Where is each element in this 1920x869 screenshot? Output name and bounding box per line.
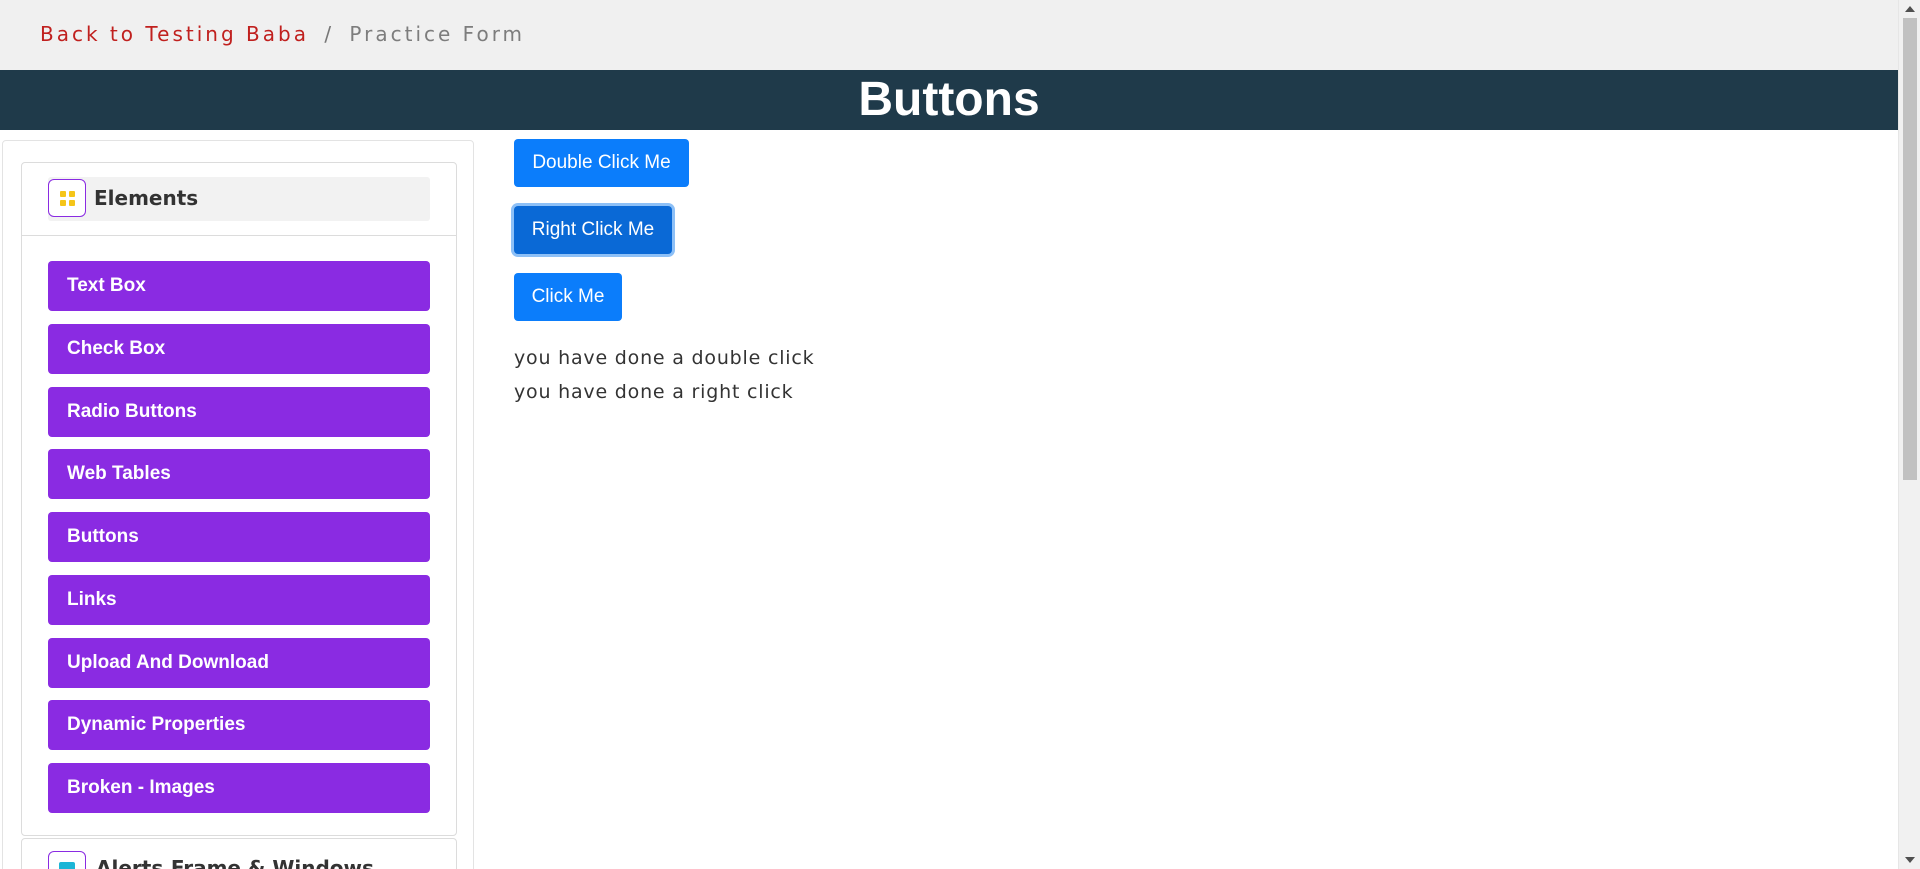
double-click-button[interactable]: Double Click Me xyxy=(514,139,689,187)
page-content: Back to Testing Baba / Practice Form But… xyxy=(0,0,1898,869)
sidebar-item-links[interactable]: Links xyxy=(48,574,430,625)
sidebar-group-alerts[interactable]: Alerts,Frame & Windows xyxy=(21,838,457,869)
scroll-up-arrow-icon[interactable] xyxy=(1905,6,1915,12)
group-header-elements[interactable]: Elements xyxy=(22,163,456,236)
breadcrumb-current: Practice Form xyxy=(349,22,526,46)
sidebar-item-text-box[interactable]: Text Box xyxy=(48,261,430,311)
page-title: Buttons xyxy=(858,73,1040,126)
sidebar: Elements Text Box Check Box Radio Button… xyxy=(2,140,474,869)
sidebar-item-radio-buttons[interactable]: Radio Buttons xyxy=(48,386,430,437)
scroll-down-arrow-icon[interactable] xyxy=(1905,857,1915,863)
click-me-button[interactable]: Click Me xyxy=(514,273,622,321)
sidebar-menu: Text Box Check Box Radio Buttons Web Tab… xyxy=(48,261,430,826)
viewport: Back to Testing Baba / Practice Form But… xyxy=(0,0,1920,869)
sidebar-item-check-box[interactable]: Check Box xyxy=(48,323,430,374)
top-bar: Back to Testing Baba / Practice Form xyxy=(0,0,1898,70)
breadcrumb: Back to Testing Baba / Practice Form xyxy=(40,22,525,46)
back-to-home-link[interactable]: Back to Testing Baba xyxy=(40,22,309,46)
header-band: Buttons xyxy=(0,70,1898,130)
sidebar-item-upload-download[interactable]: Upload And Download xyxy=(48,637,430,688)
breadcrumb-separator: / xyxy=(324,22,335,46)
vertical-scrollbar[interactable] xyxy=(1898,0,1920,869)
right-click-message: you have done a right click xyxy=(514,381,794,403)
sidebar-item-web-tables[interactable]: Web Tables xyxy=(48,449,430,500)
scroll-thumb[interactable] xyxy=(1903,18,1917,480)
group-title-elements: Elements xyxy=(94,186,199,210)
grid-icon xyxy=(48,179,86,217)
sidebar-item-buttons[interactable]: Buttons xyxy=(48,512,430,562)
sidebar-group-elements: Elements Text Box Check Box Radio Button… xyxy=(21,162,457,836)
window-icon xyxy=(48,851,86,869)
group-title-alerts: Alerts,Frame & Windows xyxy=(96,856,374,869)
sidebar-item-broken-images[interactable]: Broken - Images xyxy=(48,763,430,813)
group-header-inner[interactable]: Elements xyxy=(48,177,430,221)
double-click-message: you have done a double click xyxy=(514,347,815,369)
right-click-button[interactable]: Right Click Me xyxy=(514,206,672,254)
sidebar-item-dynamic-properties[interactable]: Dynamic Properties xyxy=(48,700,430,751)
